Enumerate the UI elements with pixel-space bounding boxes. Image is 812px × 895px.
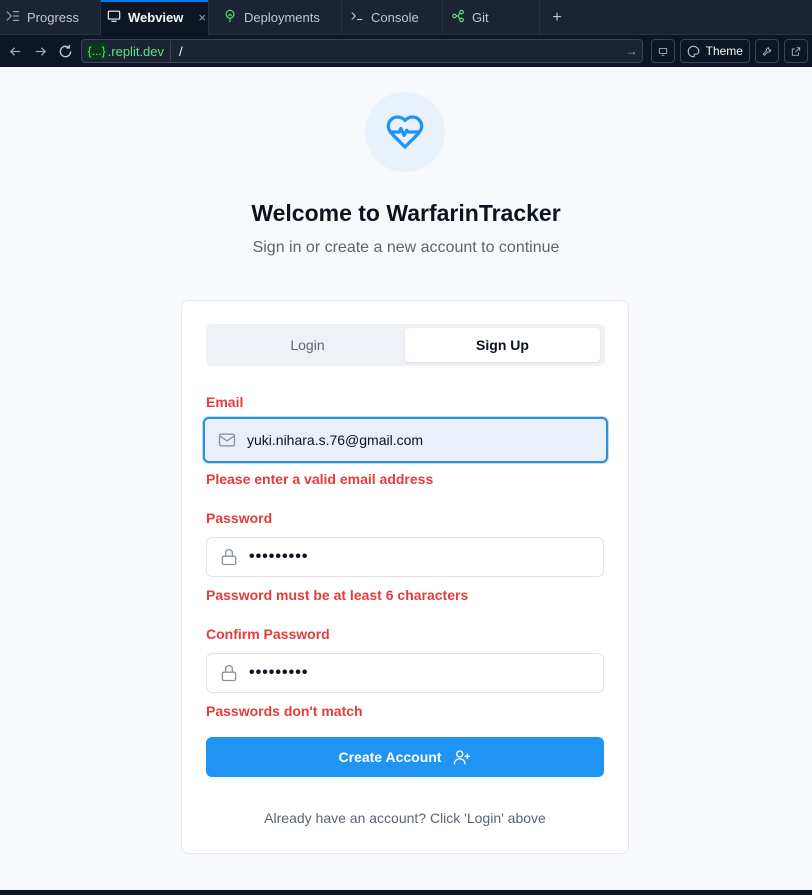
go-arrow-icon[interactable]: → [626, 44, 638, 58]
webview-content: Welcome to WarfarinTracker Sign in or cr… [0, 67, 812, 890]
tab-login[interactable]: Login [210, 328, 405, 362]
url-devdomain-badge: {...} [85, 43, 108, 59]
app-logo [365, 92, 445, 172]
palette-icon [687, 45, 699, 57]
url-divider [170, 41, 172, 61]
create-account-button[interactable]: Create Account [206, 737, 604, 777]
url-host: .replit.dev [107, 43, 165, 59]
create-account-label: Create Account [338, 749, 442, 765]
open-new-tab-button[interactable] [783, 39, 808, 63]
wrench-icon [762, 46, 772, 56]
workspace-tab-bar: Progress Webview × Deployments Console G… [0, 0, 812, 35]
mail-icon [218, 433, 236, 447]
add-tab-button[interactable]: + [540, 0, 574, 35]
tab-git[interactable]: Git [443, 0, 540, 35]
tab-progress[interactable]: Progress [0, 0, 101, 35]
theme-label: Theme [705, 44, 743, 58]
tab-label: Git [472, 10, 489, 25]
deployments-icon [223, 9, 237, 26]
tab-webview[interactable]: Webview × [101, 0, 209, 35]
lock-icon [221, 548, 237, 566]
email-label: Email [206, 394, 244, 410]
confirm-password-label: Confirm Password [206, 626, 330, 642]
auth-card: Login Sign Up Email yuki.nihara.s.76@gma… [181, 300, 629, 854]
arrow-right-icon [35, 46, 46, 56]
page-subtitle: Sign in or create a new account to conti… [252, 239, 560, 256]
confirm-password-error: Passwords don't match [206, 703, 363, 719]
external-link-icon [791, 46, 801, 56]
email-value: yuki.nihara.s.76@gmail.com [247, 432, 424, 448]
heart-pulse-icon [386, 115, 424, 149]
password-field[interactable]: ••••••••• [206, 537, 604, 577]
arrow-left-icon [9, 46, 21, 56]
webview-icon [107, 9, 121, 26]
url-input[interactable]: {...} .replit.dev / → [80, 39, 643, 63]
tab-label: Progress [27, 10, 80, 25]
monitor-icon [658, 47, 667, 56]
tab-signup[interactable]: Sign Up [405, 328, 600, 362]
url-path: / [179, 43, 183, 59]
password-label: Password [206, 510, 273, 526]
confirm-password-value: ••••••••• [249, 664, 309, 681]
reload-icon [59, 44, 72, 57]
tab-console[interactable]: Console [342, 0, 443, 35]
password-error: Password must be at least 6 characters [206, 587, 469, 603]
tab-label: Webview [128, 10, 184, 25]
tab-label: Deployments [244, 10, 320, 25]
webview-url-bar: {...} .replit.dev / → Theme [0, 35, 812, 67]
forward-button[interactable] [29, 38, 52, 64]
console-icon [350, 9, 364, 26]
auth-mode-tabs: Login Sign Up [206, 324, 605, 366]
lock-icon [221, 664, 237, 682]
git-icon [451, 9, 465, 26]
confirm-password-field[interactable]: ••••••••• [206, 653, 604, 693]
page-title: Welcome to WarfarinTracker [251, 200, 561, 226]
back-button[interactable] [4, 38, 27, 64]
progress-icon [6, 9, 20, 26]
login-hint: Already have an account? Click 'Login' a… [264, 810, 546, 826]
close-icon[interactable]: × [198, 10, 206, 25]
devtools-button[interactable] [754, 39, 779, 63]
tab-deployments[interactable]: Deployments [209, 0, 342, 35]
email-field[interactable]: yuki.nihara.s.76@gmail.com [203, 417, 608, 463]
device-preview-button[interactable] [650, 39, 675, 63]
reload-button[interactable] [54, 38, 77, 64]
tab-label: Console [371, 10, 419, 25]
theme-button[interactable]: Theme [679, 39, 750, 63]
bottom-edge [0, 890, 812, 895]
password-value: ••••••••• [249, 548, 309, 565]
user-plus-icon [454, 750, 471, 765]
email-error: Please enter a valid email address [206, 471, 434, 487]
